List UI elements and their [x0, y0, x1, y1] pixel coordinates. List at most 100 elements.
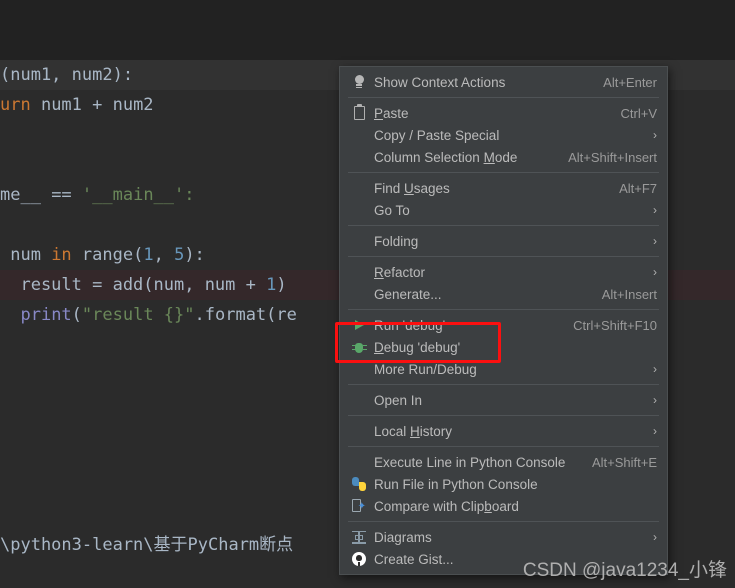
debug-icon [348, 339, 370, 355]
icon-placeholder [348, 423, 370, 439]
clipboard-icon [348, 104, 370, 121]
compare-clipboard-icon: ✦ [348, 498, 370, 514]
csdn-watermark: CSDN @java1234_小锋 [522, 560, 727, 581]
code-token: == [51, 185, 72, 205]
code-token: ): [184, 245, 205, 265]
menu-item-run-file-in-python-console[interactable]: Run File in Python Console [340, 473, 667, 495]
chevron-right-icon: › [653, 530, 657, 544]
icon-placeholder [348, 392, 370, 408]
menu-item-copy-paste-special[interactable]: Copy / Paste Special › [340, 124, 667, 146]
chevron-right-icon: › [653, 393, 657, 407]
menu-item-execute-line-in-python-console[interactable]: Execute Line in Python Console Alt+Shift+… [340, 451, 667, 473]
code-token: 5 [174, 245, 185, 265]
menu-separator [348, 225, 659, 226]
code-token: range( [71, 245, 144, 265]
code-token: print [20, 305, 72, 325]
menu-item-label: Generate... [374, 286, 442, 302]
icon-placeholder [348, 202, 370, 218]
chevron-right-icon: › [653, 203, 657, 217]
editor-top-band [0, 0, 735, 60]
menu-separator [348, 415, 659, 416]
menu-item-label: Open In [374, 392, 423, 408]
menu-item-label: Show Context Actions [374, 74, 506, 90]
menu-item-paste[interactable]: Paste Ctrl+V [340, 102, 667, 124]
menu-item-label: Refactor [374, 264, 426, 280]
menu-item-run-debug[interactable]: Run 'debug' Ctrl+Shift+F10 [340, 314, 667, 336]
menu-item-label: Local History [374, 423, 453, 439]
code-token: 1 [143, 245, 154, 265]
menu-item-label: Column Selection Mode [374, 149, 518, 165]
menu-item-shortcut: Ctrl+Shift+F10 [573, 317, 657, 333]
menu-item-shortcut: Alt+Insert [601, 286, 657, 302]
code-token: .format(re [194, 305, 297, 325]
run-icon [348, 317, 370, 333]
menu-item-label: More Run/Debug [374, 361, 477, 377]
menu-item-diagrams[interactable]: Diagrams › [340, 526, 667, 548]
menu-item-find-usages[interactable]: Find Usages Alt+F7 [340, 177, 667, 199]
menu-item-open-in[interactable]: Open In › [340, 389, 667, 411]
menu-item-generate[interactable]: Generate... Alt+Insert [340, 283, 667, 305]
code-token: result = add(num, num + [0, 275, 267, 295]
menu-separator [348, 172, 659, 173]
code-token: ) [276, 275, 287, 295]
menu-separator [348, 97, 659, 98]
icon-placeholder [348, 264, 370, 280]
icon-placeholder [348, 149, 370, 165]
menu-item-column-selection-mode[interactable]: Column Selection Mode Alt+Shift+Insert [340, 146, 667, 168]
lightbulb-icon [348, 74, 370, 90]
menu-item-label: Run File in Python Console [374, 476, 538, 492]
menu-item-shortcut: Alt+Enter [603, 74, 657, 90]
menu-item-label: Paste [374, 105, 409, 121]
chevron-right-icon: › [653, 362, 657, 376]
code-token: , [153, 245, 175, 265]
file-path-text: \python3-learn\基于PyCharm断点 [0, 535, 294, 555]
menu-separator [348, 384, 659, 385]
menu-item-more-run-debug[interactable]: More Run/Debug › [340, 358, 667, 380]
menu-item-shortcut: Alt+F7 [619, 180, 657, 196]
code-token: num1 + num2 [30, 95, 154, 115]
menu-item-folding[interactable]: Folding › [340, 230, 667, 252]
code-token: (num1, num2): [0, 65, 134, 85]
python-icon [348, 476, 370, 492]
menu-item-local-history[interactable]: Local History › [340, 420, 667, 442]
menu-item-label: Diagrams [374, 529, 432, 545]
menu-separator [348, 256, 659, 257]
diagram-icon [348, 529, 370, 545]
code-token: num [0, 245, 52, 265]
icon-placeholder [348, 361, 370, 377]
chevron-right-icon: › [653, 128, 657, 142]
icon-placeholder [348, 454, 370, 470]
menu-item-label: Debug 'debug' [374, 339, 461, 355]
menu-item-label: Copy / Paste Special [374, 127, 500, 143]
code-token: '__main__': [71, 185, 195, 205]
menu-separator [348, 446, 659, 447]
code-token: in [51, 245, 72, 265]
icon-placeholder [348, 127, 370, 143]
chevron-right-icon: › [653, 234, 657, 248]
code-token: me__ [0, 185, 52, 205]
icon-placeholder [348, 233, 370, 249]
menu-separator [348, 309, 659, 310]
menu-item-compare-with-clipboard[interactable]: ✦ Compare with Clipboard [340, 495, 667, 517]
code-token: urn [0, 95, 31, 115]
menu-item-label: Run 'debug' [374, 317, 446, 333]
editor-context-menu[interactable]: Show Context Actions Alt+Enter Paste Ctrl+V… [339, 66, 668, 575]
chevron-right-icon: › [653, 424, 657, 438]
menu-item-go-to[interactable]: Go To › [340, 199, 667, 221]
menu-item-refactor[interactable]: Refactor › [340, 261, 667, 283]
menu-item-label: Folding [374, 233, 419, 249]
menu-separator [348, 521, 659, 522]
menu-item-label: Find Usages [374, 180, 450, 196]
chevron-right-icon: › [653, 265, 657, 279]
icon-placeholder [348, 180, 370, 196]
menu-item-label: Execute Line in Python Console [374, 454, 566, 470]
menu-item-show-context-actions[interactable]: Show Context Actions Alt+Enter [340, 71, 667, 93]
code-token: ( [71, 305, 82, 325]
menu-item-shortcut: Alt+Shift+E [591, 454, 657, 470]
menu-item-label: Go To [374, 202, 410, 218]
icon-placeholder [348, 286, 370, 302]
menu-item-shortcut: Alt+Shift+Insert [568, 149, 657, 165]
menu-item-label: Compare with Clipboard [374, 498, 519, 514]
menu-item-debug-debug[interactable]: Debug 'debug' [340, 336, 667, 358]
